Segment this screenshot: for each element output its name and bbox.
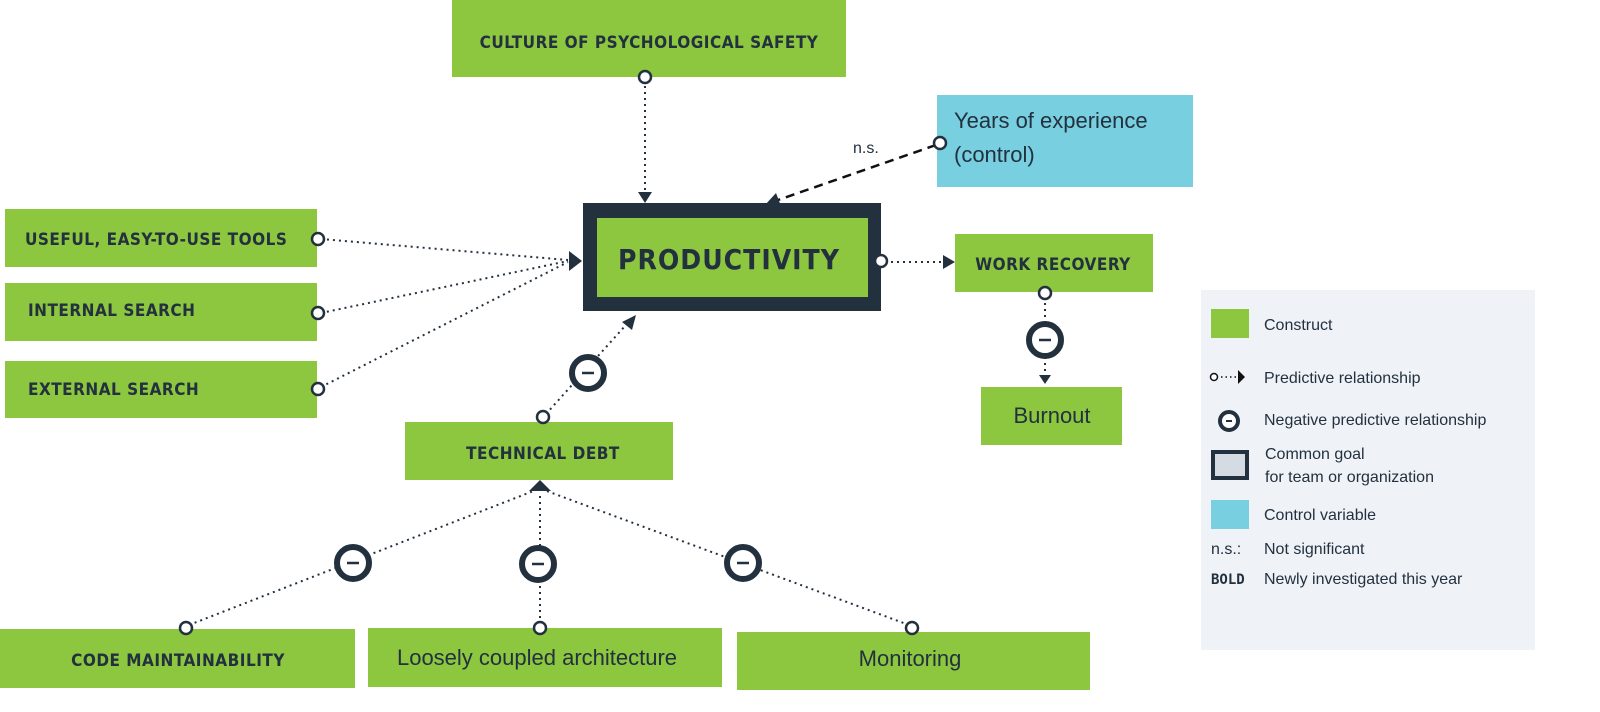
- legend-key: n.s.:: [1211, 541, 1241, 558]
- node-label: INTERNAL SEARCH: [28, 301, 195, 321]
- node-label: Years of experience: [954, 108, 1148, 133]
- legend: Construct Predictive relationship Negati…: [1201, 290, 1535, 650]
- node-productivity: PRODUCTIVITY: [583, 203, 881, 311]
- node-loosely-coupled-architecture: Loosely coupled architecture: [368, 628, 722, 687]
- ns-label: n.s.: [853, 140, 879, 157]
- arrow-head: [943, 255, 955, 269]
- edge-external-productivity: [320, 261, 569, 388]
- node-useful-tools: USEFUL, EASY-TO-USE TOOLS: [5, 209, 317, 267]
- node-internal-search: INTERNAL SEARCH: [5, 283, 317, 341]
- source-circles: [178, 69, 1053, 636]
- node-label: Burnout: [1013, 403, 1090, 428]
- negative-relationship-icon: [519, 545, 557, 583]
- node-years-of-experience: Years of experience (control): [937, 95, 1193, 187]
- node-label: WORK RECOVERY: [975, 255, 1131, 275]
- arrow-head: [1039, 375, 1051, 384]
- legend-label: Not significant: [1264, 541, 1365, 558]
- diagram: CULTURE OF PSYCHOLOGICAL SAFETY Years of…: [0, 0, 1535, 690]
- legend-label: Predictive relationship: [1264, 370, 1421, 387]
- arrow-head: [622, 315, 636, 330]
- legend-label: Common goal: [1265, 446, 1365, 463]
- legend-label: Newly investigated this year: [1264, 571, 1463, 588]
- source-circle-icon: [535, 409, 551, 425]
- source-circle-icon: [310, 231, 326, 247]
- source-circle-icon: [1037, 285, 1053, 301]
- legend-label: Negative predictive relationship: [1264, 412, 1486, 429]
- negative-relationship-icon: [724, 544, 762, 582]
- edges: [188, 80, 1051, 626]
- node-label: PRODUCTIVITY: [618, 243, 840, 276]
- legend-source-circle-icon: [1209, 372, 1219, 382]
- node-work-recovery: WORK RECOVERY: [955, 234, 1153, 292]
- source-circle-icon: [637, 69, 653, 85]
- node-code-maintainability: CODE MAINTAINABILITY: [0, 629, 355, 688]
- source-circle-icon: [178, 620, 194, 636]
- node-label: EXTERNAL SEARCH: [28, 380, 199, 400]
- node-label: CODE MAINTAINABILITY: [71, 651, 285, 671]
- legend-label: Control variable: [1264, 507, 1376, 524]
- negative-relationship-icon: [569, 354, 607, 392]
- node-label: CULTURE OF PSYCHOLOGICAL SAFETY: [480, 33, 819, 53]
- legend-goal-swatch: [1211, 450, 1249, 480]
- legend-label: Construct: [1264, 317, 1333, 334]
- arrow-head: [569, 251, 582, 271]
- edge-tools-productivity: [320, 238, 569, 261]
- arrow-head: [529, 480, 551, 491]
- legend-label: for team or organization: [1265, 469, 1434, 486]
- source-circle-icon: [873, 253, 889, 269]
- legend-construct-swatch: [1211, 309, 1249, 338]
- node-label: (control): [954, 142, 1035, 167]
- legend-control-swatch: [1211, 500, 1249, 529]
- source-circle-icon: [310, 381, 326, 397]
- negative-relationship-icon: [334, 544, 372, 582]
- node-technical-debt: TECHNICAL DEBT: [405, 422, 673, 480]
- node-label: TECHNICAL DEBT: [466, 444, 620, 464]
- edge-internal-productivity: [320, 260, 569, 314]
- node-label: USEFUL, EASY-TO-USE TOOLS: [25, 230, 287, 250]
- node-label: Monitoring: [859, 646, 962, 671]
- source-circle-icon: [310, 305, 326, 321]
- node-monitoring: Monitoring: [737, 632, 1090, 690]
- source-circle-icon: [904, 620, 920, 636]
- source-circle-icon: [532, 620, 548, 636]
- node-culture: CULTURE OF PSYCHOLOGICAL SAFETY: [452, 0, 846, 77]
- legend-negative-icon: [1218, 410, 1240, 432]
- node-burnout: Burnout: [981, 387, 1122, 445]
- node-external-search: EXTERNAL SEARCH: [5, 361, 317, 418]
- legend-key: BOLD: [1211, 572, 1245, 588]
- node-label: Loosely coupled architecture: [397, 645, 677, 670]
- negative-relationship-icon: [1026, 321, 1064, 359]
- source-circle-icon: [932, 135, 948, 151]
- arrow-head: [638, 192, 652, 203]
